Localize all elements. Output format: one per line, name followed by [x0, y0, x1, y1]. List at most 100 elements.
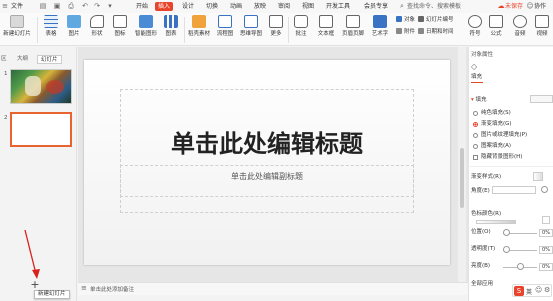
tab-slides[interactable]: 幻灯片: [37, 55, 62, 64]
angle-input[interactable]: [492, 186, 536, 194]
search-icon[interactable]: ⌕: [398, 2, 406, 10]
gradient-style-picker[interactable]: [533, 172, 543, 181]
menu-member[interactable]: 会员专享: [364, 2, 388, 11]
shape-icon: [90, 15, 104, 28]
command-search[interactable]: 查找命令、搜索模板: [407, 2, 461, 11]
cloud-icon[interactable]: ☁: [497, 2, 505, 10]
more-button[interactable]: 更多: [266, 15, 286, 38]
header-footer-button[interactable]: 页眉页脚: [340, 15, 366, 38]
scrollbar-thumb[interactable]: [460, 148, 464, 208]
option-picture-fill[interactable]: 图片或纹理填充(P): [481, 132, 527, 139]
undo-icon[interactable]: ↶: [81, 2, 89, 10]
apply-all-button[interactable]: 全部应用: [471, 281, 493, 288]
slide-title[interactable]: 单击此处编辑标题: [84, 131, 450, 157]
option-gradient-fill[interactable]: 渐变填充(G): [481, 121, 512, 128]
slide-thumbnail[interactable]: [10, 69, 72, 104]
flowchart-button[interactable]: 流程图: [214, 15, 236, 38]
table-button[interactable]: 表格: [41, 15, 61, 38]
folder-icon[interactable]: ▤: [39, 2, 47, 10]
menu-icon[interactable]: ≡: [1, 2, 9, 10]
divider: [37, 17, 38, 43]
chart-button[interactable]: 图表: [161, 15, 181, 38]
datetime-button[interactable]: 日期和时间: [418, 28, 454, 37]
tab-underline: [471, 82, 483, 83]
menu-animation[interactable]: 动画: [230, 2, 242, 11]
transparency-knob[interactable]: [503, 246, 510, 253]
header-footer-icon: [346, 15, 360, 28]
wordart-button[interactable]: 艺术字: [368, 15, 392, 38]
settings-icon[interactable]: ⚙: [544, 286, 550, 294]
fill-color-dropdown[interactable]: [530, 95, 553, 103]
symbol-icon: [468, 15, 482, 28]
radio-gradient-fill[interactable]: [473, 122, 478, 127]
collab-icon[interactable]: ☺: [526, 2, 534, 10]
collab-button[interactable]: 协作: [534, 2, 546, 11]
ime-toolbar[interactable]: S 英 ☺ ⚙: [512, 284, 552, 297]
slide-number-button[interactable]: 幻灯片编号: [418, 16, 454, 25]
video-button[interactable]: 视频: [532, 15, 552, 38]
more-icon: [269, 15, 283, 28]
daoke-material-button[interactable]: 稻壳素材: [186, 15, 212, 38]
angle-dial[interactable]: [541, 186, 548, 193]
material-icon: [192, 15, 206, 28]
redo-icon[interactable]: ↷: [93, 2, 101, 10]
menu-review[interactable]: 审阅: [278, 2, 290, 11]
fill-bucket-icon[interactable]: ◇: [471, 62, 477, 71]
position-value[interactable]: 0%: [539, 229, 553, 237]
option-pattern-fill[interactable]: 图案填充(A): [481, 143, 511, 150]
notes-bar[interactable]: [78, 282, 468, 295]
notes-placeholder[interactable]: 单击此处添加备注: [90, 285, 134, 293]
attachment-button[interactable]: 附件: [396, 28, 415, 37]
icon-button[interactable]: 图标: [110, 15, 130, 38]
menu-file[interactable]: 文件: [11, 2, 23, 11]
slide[interactable]: 单击此处编辑标题 单击此处编辑副标题: [84, 60, 450, 265]
menu-transition[interactable]: 切换: [206, 2, 218, 11]
option-solid-fill[interactable]: 纯色填充(S): [481, 110, 511, 117]
mindmap-button[interactable]: 思维导图: [238, 15, 264, 38]
object-button[interactable]: 对象: [396, 16, 415, 25]
menu-home[interactable]: 开始: [136, 2, 148, 11]
menu-slideshow[interactable]: 放映: [254, 2, 266, 11]
add-stop-button[interactable]: [542, 216, 550, 224]
brightness-knob[interactable]: [517, 263, 524, 270]
tab-outline[interactable]: 大纲: [17, 55, 28, 64]
hide-bg-checkbox[interactable]: [473, 155, 478, 160]
angle-label: 角度(E): [471, 188, 490, 194]
shape-button[interactable]: 形状: [87, 15, 107, 38]
radio-picture-fill[interactable]: [473, 133, 478, 138]
add-slide-button[interactable]: +: [30, 279, 40, 290]
radio-solid-fill[interactable]: [473, 111, 478, 116]
slide-thumbnail-selected[interactable]: [10, 112, 72, 147]
tab-outline-toggle[interactable]: 区: [1, 55, 7, 64]
object-icon: [396, 16, 402, 22]
fill-section-title[interactable]: ▾ 填充: [471, 97, 487, 104]
menu-design[interactable]: 设计: [182, 2, 194, 11]
emoji-icon[interactable]: ☺: [535, 286, 542, 294]
smart-graphic-button[interactable]: 智能图形: [133, 15, 159, 38]
brightness-value[interactable]: 0%: [539, 263, 553, 271]
audio-button[interactable]: 音频: [510, 15, 530, 38]
picture-button[interactable]: 图片: [64, 15, 84, 38]
textbox-button[interactable]: 文本框: [314, 15, 338, 38]
transparency-value[interactable]: 0%: [539, 246, 553, 254]
position-knob[interactable]: [503, 229, 510, 236]
chevron-down-icon[interactable]: ▾: [106, 2, 114, 10]
formula-button[interactable]: 公式: [486, 15, 506, 38]
unsaved-status[interactable]: 未保存: [505, 2, 523, 11]
new-slide-button[interactable]: 新建幻灯片: [1, 15, 33, 38]
menu-insert[interactable]: 插入: [155, 2, 174, 11]
radio-pattern-fill[interactable]: [473, 144, 478, 149]
ime-mode[interactable]: 英: [526, 287, 532, 296]
slide-subtitle[interactable]: 单击此处编辑副标题: [84, 172, 450, 182]
menu-developer[interactable]: 开发工具: [326, 2, 350, 11]
tab-fill[interactable]: 填充: [471, 74, 482, 81]
symbol-button[interactable]: 符号: [466, 15, 484, 38]
print-icon[interactable]: ⎙: [67, 2, 75, 10]
save-icon[interactable]: ▣: [53, 2, 61, 10]
gradient-bar[interactable]: [476, 220, 516, 224]
smart-graphic-icon: [139, 15, 153, 28]
divider: [288, 17, 289, 43]
comment-button[interactable]: 批注: [291, 15, 311, 38]
menu-view[interactable]: 视图: [302, 2, 314, 11]
new-slide-tooltip: 新建幻灯片: [34, 290, 70, 299]
